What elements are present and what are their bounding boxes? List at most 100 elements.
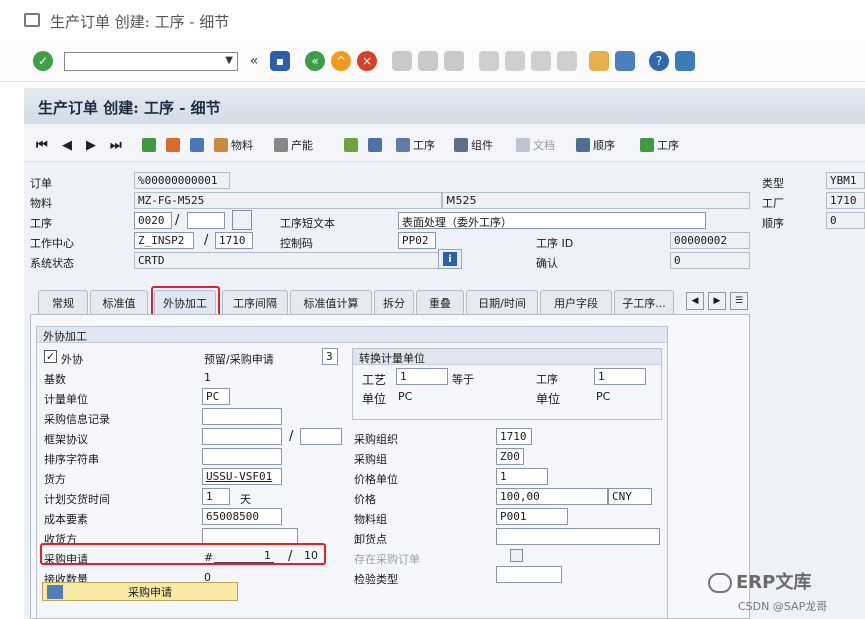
inspection-type-field[interactable] <box>496 566 562 583</box>
shortcut-icon[interactable] <box>615 51 635 71</box>
price-unit-field[interactable]: 1 <box>496 468 548 485</box>
process-qty-field[interactable]: 1 <box>396 368 448 385</box>
first-page-icon[interactable] <box>479 51 499 71</box>
currency-field[interactable]: CNY <box>608 488 652 505</box>
price-unit-label: 价格单位 <box>354 473 398 486</box>
framework-item-field[interactable] <box>300 428 342 445</box>
subcontracting-group-title: 外协加工 <box>37 327 667 343</box>
vendor-field[interactable]: USSU-VSF01 <box>202 468 282 485</box>
tab-dates[interactable]: 日期/时间 <box>466 290 538 314</box>
tab-list-icon[interactable]: ☰ <box>730 292 748 310</box>
capacity-button[interactable]: 产能 <box>274 136 313 154</box>
next-page-icon[interactable] <box>531 51 551 71</box>
material-group-field[interactable]: P001 <box>496 508 568 525</box>
new-session-icon[interactable] <box>589 51 609 71</box>
operation-label: 工序 <box>30 217 52 230</box>
operation-qty-field[interactable]: 1 <box>594 368 646 385</box>
previous-page-icon[interactable] <box>505 51 525 71</box>
first-record-icon[interactable]: ⏮ <box>36 136 48 154</box>
order-field[interactable]: %00000000001 <box>134 172 230 189</box>
reservation-label: 预留/采购申请 <box>204 353 274 366</box>
find-next-icon[interactable] <box>444 51 464 71</box>
command-field[interactable]: ▼ <box>64 52 238 71</box>
chevron-down-icon[interactable]: ▼ <box>225 55 233 66</box>
tab-user-fields[interactable]: 用户字段 <box>540 290 612 314</box>
material-field[interactable]: MZ-FG-M525 <box>134 192 442 209</box>
layout-icon[interactable] <box>675 51 695 71</box>
sort-string-label: 排序字符串 <box>44 453 99 466</box>
operation-field[interactable]: 0020 <box>134 212 172 229</box>
framework-field[interactable] <box>202 428 282 445</box>
info-button[interactable]: i <box>438 249 462 269</box>
save-icon[interactable]: ▪ <box>270 51 290 71</box>
printer-icon[interactable] <box>368 136 385 154</box>
reservation-field[interactable]: 3 <box>322 348 338 365</box>
operation-flag-button[interactable]: 工序 <box>640 136 679 154</box>
back-icon[interactable]: « <box>305 51 325 71</box>
price-field[interactable]: 100,00 <box>496 488 608 505</box>
flag-icon <box>640 138 654 152</box>
last-record-icon[interactable]: ⏭ <box>110 136 122 154</box>
document-button[interactable]: 文档 <box>516 136 555 154</box>
tab-interoperation[interactable]: 工序间隔 <box>222 290 288 314</box>
tab-general[interactable]: 常规 <box>38 290 88 314</box>
type-label: 类型 <box>762 177 784 190</box>
enter-check-icon[interactable]: ✓ <box>33 51 53 71</box>
delivery-time-field[interactable]: 1 <box>202 488 230 505</box>
window-title: 生产订单 创建: 工序 - 细节 <box>50 13 230 31</box>
tab-std-value-calc[interactable]: 标准值计算 <box>290 290 372 314</box>
info-record-field[interactable] <box>202 408 282 425</box>
tab-scroll-right-icon[interactable]: ▶ <box>708 292 726 310</box>
tab-scroll-left-icon[interactable]: ◀ <box>686 292 704 310</box>
capacity-icon <box>274 138 288 152</box>
window-title-bar: 生产订单 创建: 工序 - 细节 <box>0 0 865 40</box>
subcontract-checkbox[interactable]: ✓ <box>44 350 57 363</box>
print-icon[interactable] <box>392 51 412 71</box>
purchase-requisition-button[interactable]: 采购申请 <box>42 582 238 601</box>
purch-group-label: 采购组 <box>354 453 387 466</box>
control-key-field[interactable]: PP02 <box>398 232 436 249</box>
unloading-point-field[interactable] <box>496 528 660 545</box>
component-button[interactable]: 组件 <box>454 136 493 154</box>
plant-label: 工厂 <box>762 197 784 210</box>
material-label: 物料 <box>30 197 52 210</box>
previous-record-icon[interactable]: ◀ <box>62 136 72 154</box>
sequence-button[interactable]: 顺序 <box>576 136 615 154</box>
help-icon[interactable]: ? <box>649 51 669 71</box>
purch-group-field[interactable]: Z00 <box>496 448 524 465</box>
purch-org-field[interactable]: 1710 <box>496 428 532 445</box>
order-icon[interactable] <box>166 136 183 154</box>
next-record-icon[interactable]: ▶ <box>86 136 96 154</box>
order-label: 订单 <box>30 177 52 190</box>
operation-id-label: 工序 ID <box>536 237 574 250</box>
op-short-text-field[interactable]: 表面处理（委外工序） <box>398 212 706 229</box>
tab-sub-operations[interactable]: 子工序... <box>614 290 674 314</box>
info-record-label: 采购信息记录 <box>44 413 110 426</box>
plant-field[interactable]: 1710 <box>215 232 253 249</box>
tab-standard-values[interactable]: 标准值 <box>90 290 148 314</box>
workcenter-field[interactable]: Z_INSP2 <box>134 232 194 249</box>
edit-text-icon[interactable] <box>232 210 252 230</box>
cancel-icon[interactable]: × <box>357 51 377 71</box>
flag-icon[interactable] <box>142 136 159 154</box>
exit-icon[interactable]: ^ <box>331 51 351 71</box>
tab-split[interactable]: 拆分 <box>374 290 414 314</box>
material-button[interactable]: 物料 <box>214 136 253 154</box>
sort-string-field[interactable] <box>202 448 282 465</box>
hierarchy-icon[interactable] <box>344 136 361 154</box>
operation-button[interactable]: 工序 <box>396 136 435 154</box>
sub-operation-field[interactable] <box>187 212 225 229</box>
uom-field[interactable]: PC <box>202 388 230 405</box>
workcenter-label: 工作中心 <box>30 237 74 250</box>
operation-icon <box>396 138 410 152</box>
info-icon: i <box>443 252 457 266</box>
tab-overlap[interactable]: 重叠 <box>416 290 464 314</box>
cost-element-field[interactable]: 65008500 <box>202 508 282 525</box>
collapse-icon[interactable]: « <box>244 51 264 71</box>
find-icon[interactable] <box>418 51 438 71</box>
application-toolbar: ⏮ ◀ ▶ ⏭ 物料 产能 工序 组件 文档 顺序 工序 <box>24 126 865 162</box>
calculator-icon[interactable] <box>190 136 207 154</box>
highlight-box-pr <box>40 543 326 565</box>
last-page-icon[interactable] <box>557 51 577 71</box>
requisition-icon <box>47 584 63 599</box>
